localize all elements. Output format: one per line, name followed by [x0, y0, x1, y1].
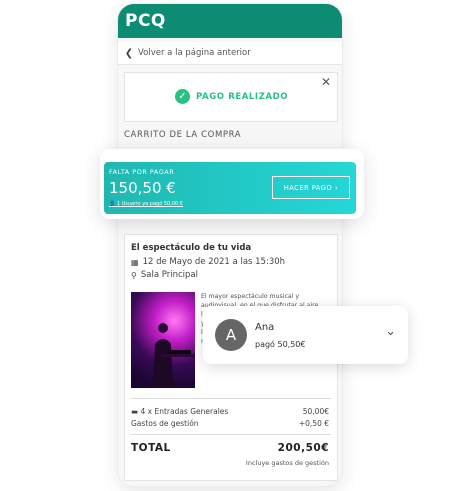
phone-frame: PCQ ❮ Volver a la página anterior ✕ ✓ PA… [118, 4, 342, 486]
event-date-row: ▦ 12 de Mayo de 2021 a las 15:30h [131, 257, 285, 267]
pending-amount: 150,50 € [109, 179, 176, 197]
event-image [131, 292, 195, 388]
order-item-label: 4 x Entradas Generales [140, 407, 229, 416]
back-label: Volver a la página anterior [138, 48, 251, 58]
order-item-tickets: ▬ 4 x Entradas Generales [131, 407, 228, 416]
app-logo[interactable]: PCQ [125, 12, 166, 30]
location-pin-icon: ⚲ [131, 270, 137, 280]
notification-message: pagó 50,50€ [255, 340, 306, 349]
pending-label: FALTA POR PAGAR [109, 168, 175, 176]
payment-status-banner: ✕ ✓ PAGO REALIZADO [124, 72, 338, 122]
close-icon[interactable]: ✕ [321, 75, 331, 89]
pending-payment-panel: FALTA POR PAGAR 150,50 € 👤 1 Usuario ya … [104, 162, 356, 214]
divider [131, 398, 331, 399]
make-payment-button[interactable]: HACER PAGO › [272, 176, 350, 199]
total-value: 200,50€ [277, 442, 329, 454]
event-title: El espectáculo de tu vida [131, 243, 252, 253]
back-link[interactable]: ❮ Volver a la página anterior [118, 42, 342, 65]
event-venue-row: ⚲ Sala Principal [131, 270, 198, 280]
cart-section-label: CARRITO DE LA COMPRA [124, 130, 242, 140]
calendar-icon: ▦ [131, 257, 139, 267]
chevron-left-icon: ❮ [124, 47, 134, 59]
order-item-fees: Gastos de gestión [131, 419, 199, 428]
total-label: TOTAL [131, 442, 171, 454]
event-venue: Sala Principal [140, 270, 198, 280]
pending-note-link[interactable]: 👤 1 Usuario ya pagó 50,00 € [109, 201, 183, 207]
ticket-icon: ▬ [131, 407, 139, 416]
app-header: PCQ [118, 4, 342, 38]
chevron-down-icon[interactable]: ⌄ [385, 324, 396, 339]
avatar: A [215, 319, 247, 351]
user-icon: 👤 [109, 201, 116, 207]
payment-status: ✓ PAGO REALIZADO [175, 89, 288, 104]
payment-notification[interactable]: A Ana pagó 50,50€ ⌄ [203, 306, 408, 364]
pending-note: 1 Usuario ya pagó 50,00 € [116, 201, 183, 207]
chevron-right-icon: › [335, 183, 339, 192]
logo-text: PCQ [125, 11, 166, 31]
event-date: 12 de Mayo de 2021 a las 15:30h [142, 257, 286, 267]
divider [131, 434, 331, 435]
order-fees-value: +0,50 € [298, 419, 329, 428]
make-payment-label: HACER PAGO [283, 183, 333, 192]
order-item-value: 50,00€ [302, 407, 329, 416]
total-note: Incluye gastos de gestión [245, 459, 329, 467]
notification-name: Ana [255, 322, 275, 333]
check-circle-icon: ✓ [175, 89, 190, 104]
concert-figure-image [153, 323, 195, 388]
payment-status-label: PAGO REALIZADO [196, 91, 289, 102]
